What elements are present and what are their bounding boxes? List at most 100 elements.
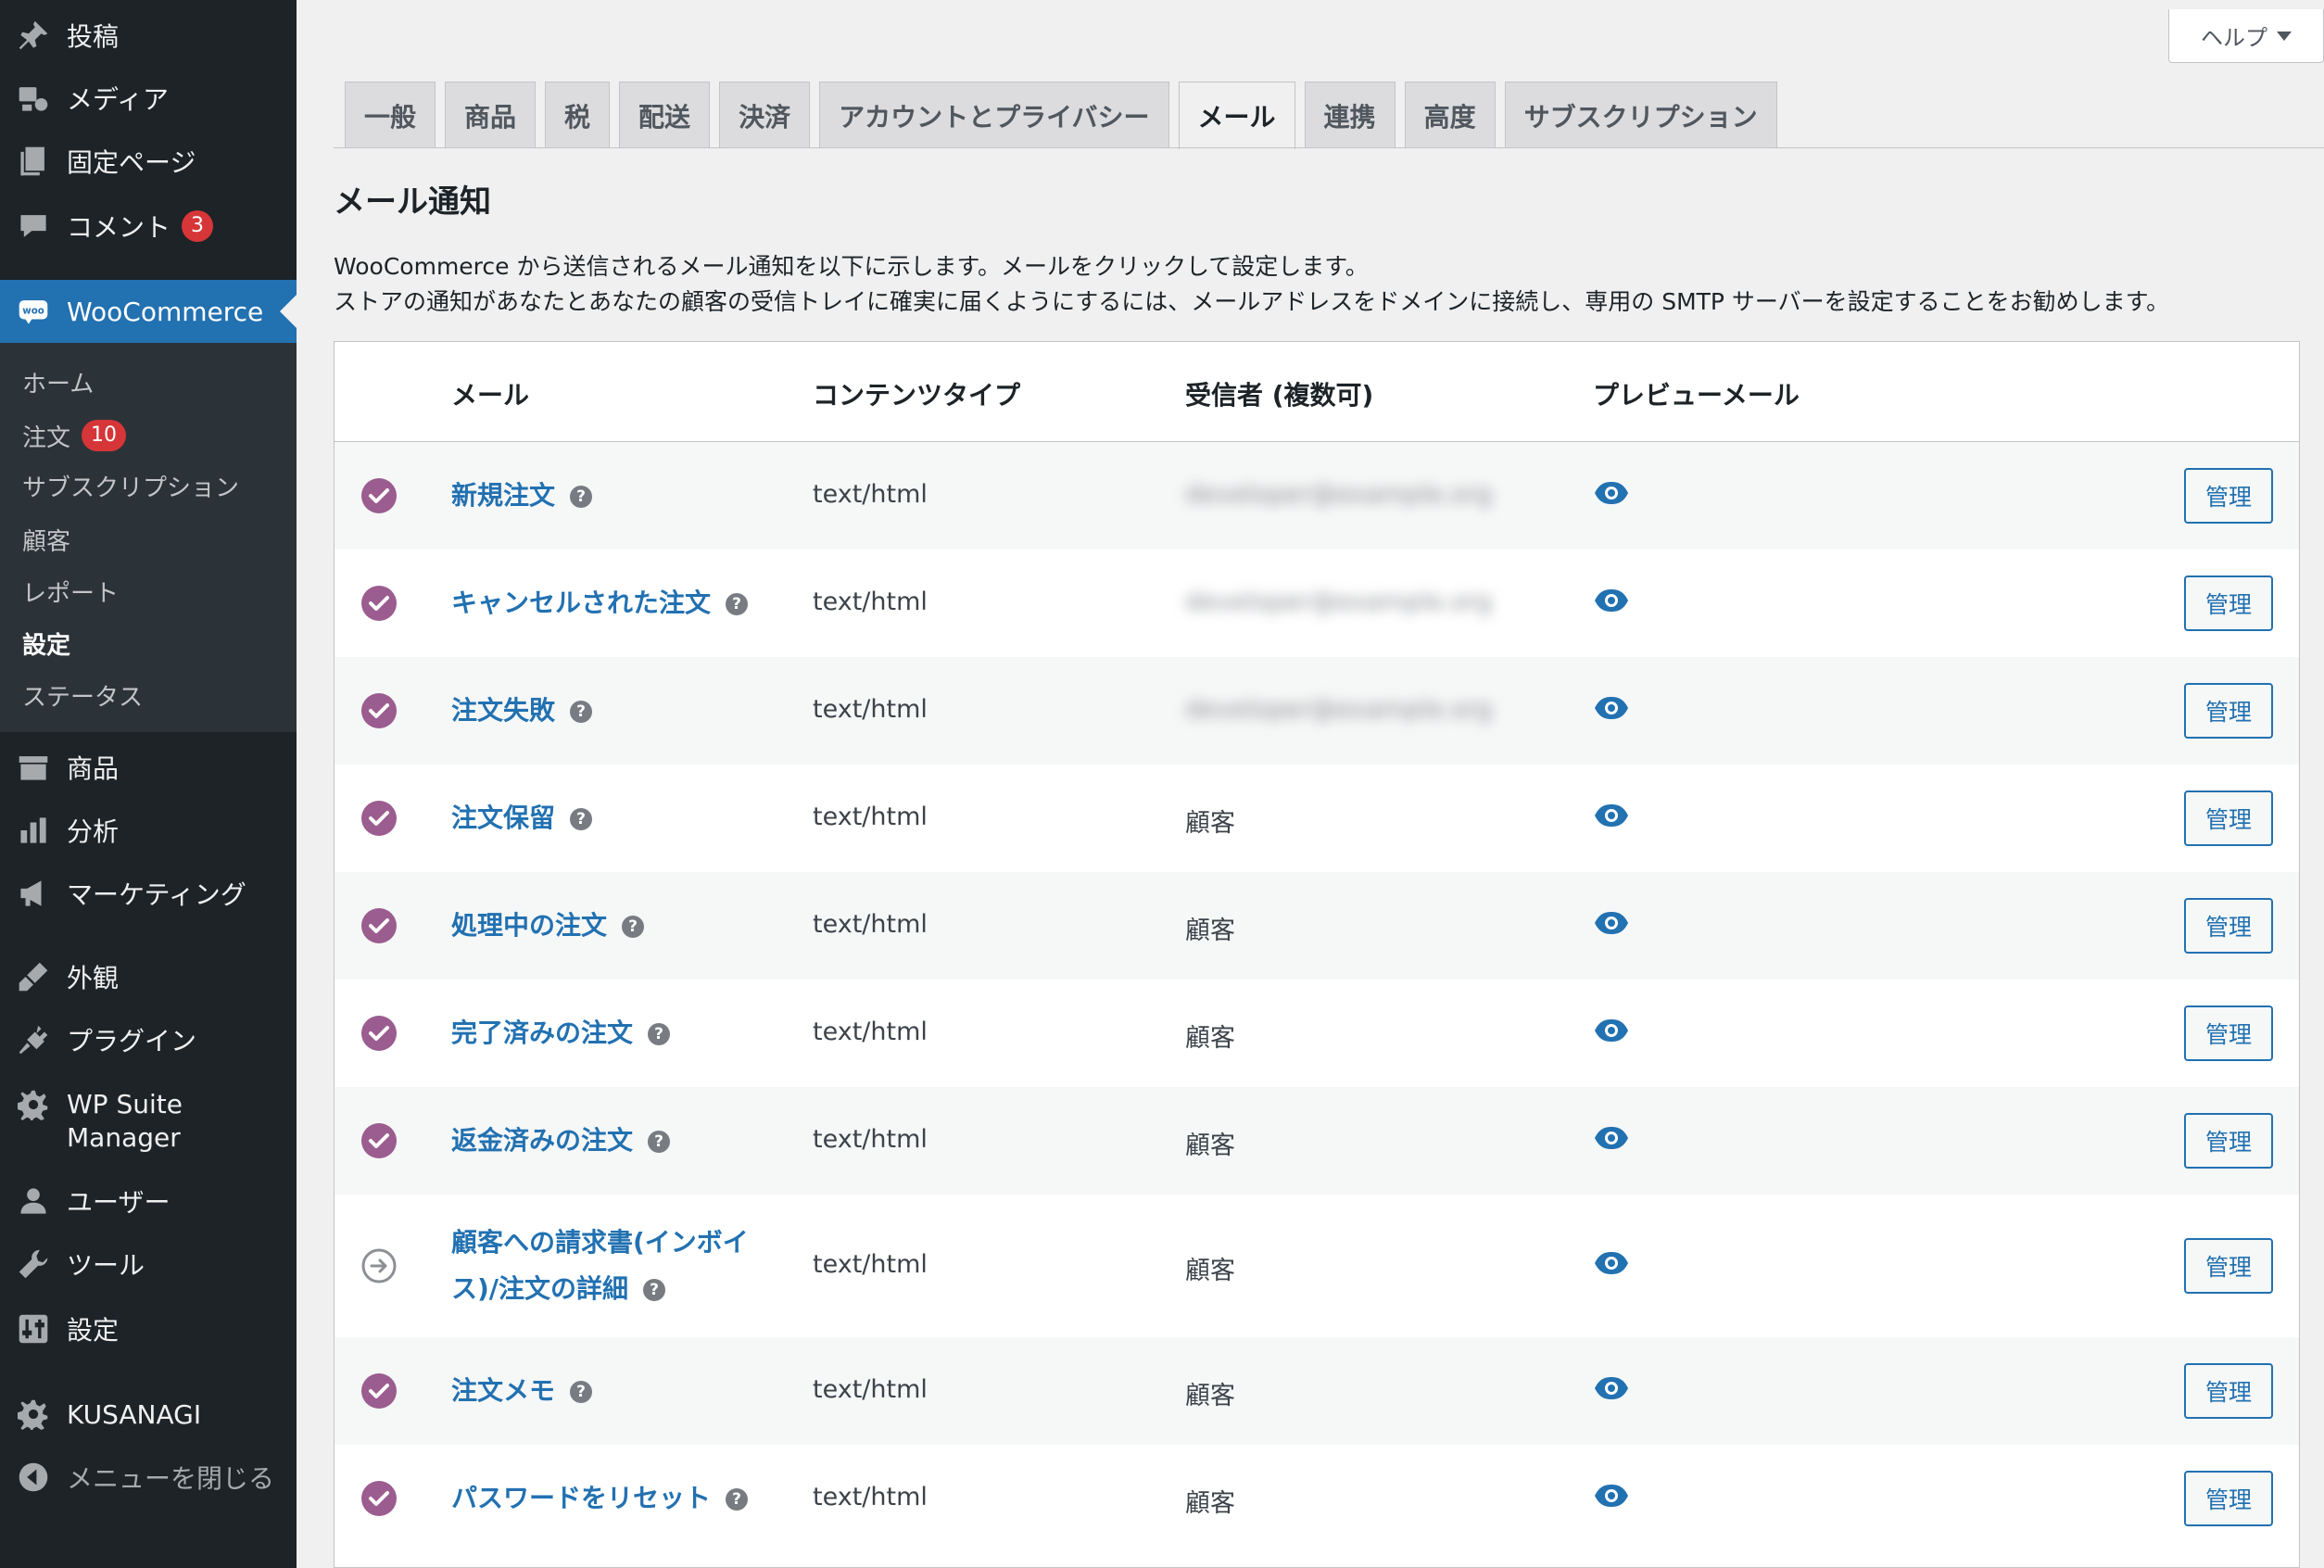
column-header-recipient: 受信者 (複数可): [1185, 380, 1374, 411]
collapse-menu-button[interactable]: メニューを閉じる: [0, 1449, 297, 1505]
email-name-text: 注文失敗: [451, 695, 556, 726]
menu-label: メニューを閉じる: [67, 1463, 275, 1494]
recipient: 顧客: [1185, 1489, 1235, 1518]
enabled-check-icon: [360, 585, 398, 622]
help-tip-icon[interactable]: ?: [726, 593, 749, 615]
email-name-link[interactable]: 返金済みの注文?: [451, 1118, 671, 1164]
email-name-link[interactable]: 顧客への請求書(インボイ ス)/注文の詳細?: [451, 1220, 749, 1312]
menu-item-appearance[interactable]: 外観: [0, 949, 297, 1005]
submenu-orders[interactable]: 注文 10: [22, 417, 127, 454]
help-tip-icon[interactable]: ?: [570, 701, 593, 723]
tab-advanced[interactable]: 高度: [1404, 82, 1496, 148]
help-tip-icon[interactable]: ?: [726, 1488, 749, 1511]
menu-item-users[interactable]: ユーザー: [0, 1173, 297, 1229]
settings-icon: [17, 1312, 50, 1346]
menu-item-woocommerce[interactable]: woo WooCommerce: [0, 280, 297, 343]
help-tip-icon[interactable]: ?: [622, 916, 645, 938]
preview-eye-icon[interactable]: [1593, 1482, 1630, 1510]
content-type: text/html: [813, 910, 928, 939]
table-row: 処理中の注文? text/html 顧客 管理: [335, 872, 2299, 980]
submenu-customers[interactable]: 顧客: [22, 521, 70, 558]
help-tip-icon[interactable]: ?: [570, 1381, 593, 1403]
manage-button[interactable]: 管理: [2184, 898, 2273, 954]
caret-down-icon: [2277, 31, 2292, 41]
help-tip-icon[interactable]: ?: [648, 1023, 671, 1045]
tab-emails[interactable]: メール: [1178, 82, 1295, 149]
menu-label: KUSANAGI: [67, 1398, 202, 1430]
help-tip-icon[interactable]: ?: [570, 486, 593, 508]
submenu-subscriptions[interactable]: サブスクリプション: [22, 467, 239, 504]
email-name-link[interactable]: パスワードをリセット?: [451, 1475, 749, 1522]
manage-button[interactable]: 管理: [2184, 1005, 2273, 1061]
submenu-home[interactable]: ホーム: [22, 363, 94, 400]
manage-button[interactable]: 管理: [2184, 790, 2273, 846]
preview-eye-icon[interactable]: [1593, 802, 1630, 829]
email-name-link[interactable]: 完了済みの注文?: [451, 1010, 671, 1056]
email-name-link[interactable]: 注文メモ?: [451, 1368, 593, 1414]
tab-subscriptions[interactable]: サブスクリプション: [1504, 82, 1777, 148]
recipient: 顧客: [1185, 1132, 1235, 1160]
preview-eye-icon[interactable]: [1593, 1249, 1630, 1277]
manage-button[interactable]: 管理: [2184, 1238, 2273, 1294]
preview-eye-icon[interactable]: [1593, 1374, 1630, 1402]
manage-button[interactable]: 管理: [2184, 1363, 2273, 1419]
help-tip-icon[interactable]: ?: [643, 1279, 666, 1301]
preview-eye-icon[interactable]: [1593, 479, 1630, 507]
menu-label: メディア: [67, 84, 170, 115]
menu-item-comments[interactable]: コメント 3: [0, 198, 297, 254]
email-notifications-table: メール コンテンツタイプ 受信者 (複数可) プレビューメール 新規注文? tex…: [334, 341, 2300, 1568]
tab-integration[interactable]: 連携: [1304, 82, 1396, 148]
menu-item-wp-suite-manager[interactable]: WP Suite Manager: [0, 1081, 297, 1164]
tab-accounts-privacy[interactable]: アカウントとプライバシー: [819, 82, 1169, 148]
preview-eye-icon[interactable]: [1593, 587, 1630, 614]
content-type: text/html: [813, 1375, 928, 1404]
preview-eye-icon[interactable]: [1593, 1124, 1630, 1152]
page-description-2: ストアの通知があなたとあなたの顧客の受信トレイに確実に届くようにするには、メール…: [334, 288, 2170, 315]
manage-button[interactable]: 管理: [2184, 683, 2273, 739]
email-name-link[interactable]: 注文保留?: [451, 795, 593, 841]
menu-item-media[interactable]: メディア: [0, 70, 297, 126]
menu-label: 固定ページ: [67, 147, 196, 178]
preview-eye-icon[interactable]: [1593, 694, 1630, 722]
manage-button[interactable]: 管理: [2184, 1471, 2273, 1526]
table-row: 新規注文? text/html developer@example.org 管理: [335, 442, 2299, 550]
email-name-link[interactable]: 注文失敗?: [451, 688, 593, 734]
help-tip-icon[interactable]: ?: [648, 1131, 671, 1153]
analytics-icon: [17, 814, 50, 847]
email-name-link[interactable]: 新規注文?: [451, 473, 593, 519]
tab-products[interactable]: 商品: [445, 82, 537, 148]
help-tab-button[interactable]: ヘルプ: [2168, 9, 2324, 63]
email-name-link[interactable]: 処理中の注文?: [451, 903, 645, 949]
email-name-link[interactable]: キャンセルされた注文?: [451, 580, 749, 626]
wrench-icon: [17, 1247, 50, 1281]
tab-payments[interactable]: 決済: [719, 82, 811, 148]
menu-label: ユーザー: [67, 1187, 171, 1218]
table-row: 返金済みの注文? text/html 顧客 管理: [335, 1087, 2299, 1195]
menu-item-marketing[interactable]: マーケティング: [0, 866, 297, 921]
tab-tax[interactable]: 税: [545, 82, 611, 148]
preview-eye-icon[interactable]: [1593, 1017, 1630, 1044]
menu-item-plugins[interactable]: プラグイン: [0, 1012, 297, 1068]
tab-shipping[interactable]: 配送: [619, 82, 711, 148]
manage-button[interactable]: 管理: [2184, 468, 2273, 524]
menu-item-analytics[interactable]: 分析: [0, 803, 297, 858]
menu-label: 商品: [67, 753, 120, 784]
menu-item-tools[interactable]: ツール: [0, 1236, 297, 1292]
submenu-settings[interactable]: 設定: [22, 625, 70, 662]
menu-item-pages[interactable]: 固定ページ: [0, 133, 297, 189]
submenu-status[interactable]: ステータス: [22, 677, 143, 714]
menu-item-kusanagi[interactable]: KUSANAGI: [0, 1386, 297, 1442]
menu-item-settings[interactable]: 設定: [0, 1301, 297, 1357]
submenu-reports[interactable]: レポート: [22, 573, 119, 610]
manage-button[interactable]: 管理: [2184, 1113, 2273, 1169]
tab-general[interactable]: 一般: [345, 82, 436, 148]
tabs-divider: [334, 147, 2324, 148]
preview-eye-icon[interactable]: [1593, 909, 1630, 937]
help-tip-icon[interactable]: ?: [570, 808, 593, 830]
table-row: パスワードをリセット? text/html 顧客 管理: [335, 1445, 2299, 1552]
content-type: text/html: [813, 1125, 928, 1154]
menu-item-posts[interactable]: 投稿: [0, 7, 297, 63]
menu-label: ツール: [67, 1250, 145, 1281]
manage-button[interactable]: 管理: [2184, 575, 2273, 631]
menu-item-products[interactable]: 商品: [0, 740, 297, 795]
